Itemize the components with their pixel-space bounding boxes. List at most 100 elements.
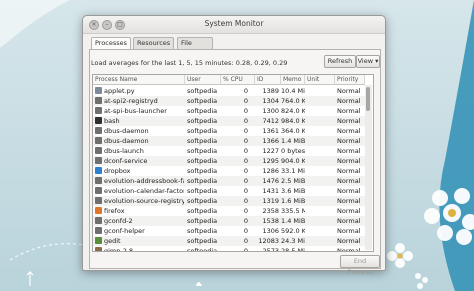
table-row[interactable]: evolution-calendar-factory softpedia 0 1431… <box>93 186 365 196</box>
process-priority: Normal <box>337 157 361 165</box>
process-memory: 3.6 MiB <box>281 187 305 195</box>
vertical-scrollbar[interactable] <box>365 85 372 250</box>
table-row[interactable]: gedit softpedia 0 1208324.3 MiB Normal <box>93 236 365 246</box>
process-cpu: 0 <box>243 87 248 95</box>
process-cpu: 0 <box>243 157 248 165</box>
process-priority: Normal <box>337 147 361 155</box>
chevron-down-icon: ▾ <box>375 57 379 65</box>
process-memory: 335.5 Mi <box>281 207 305 215</box>
gear-icon <box>95 147 102 154</box>
col-memory-header[interactable]: Memo <box>281 75 305 85</box>
process-memory: 0 bytes <box>281 147 305 155</box>
processes-panel: Load averages for the last 1, 5, 15 minu… <box>89 49 381 276</box>
table-row[interactable]: gconf-helper softpedia 0 1306 592.0 K Normal <box>93 226 365 236</box>
process-id: 1538 <box>262 217 279 225</box>
process-id: 2358 <box>262 207 279 215</box>
refresh-button[interactable]: Refresh <box>324 55 356 68</box>
process-priority: Normal <box>337 167 361 175</box>
process-user: softpedia <box>187 197 218 205</box>
process-id: 1300 <box>262 107 279 115</box>
table-row[interactable]: bash softpedia 0 7412 984.0 K Normal <box>93 116 365 126</box>
process-memory: 1.6 MiB <box>281 197 305 205</box>
process-cpu: 0 <box>243 187 248 195</box>
col-user-header[interactable]: User <box>185 75 221 85</box>
process-user: softpedia <box>187 97 218 105</box>
gimp-icon <box>95 247 102 251</box>
process-name: at-spi-bus-launcher <box>104 107 167 115</box>
terminal-icon <box>95 117 102 124</box>
process-priority: Normal <box>337 177 361 185</box>
col-process-name-header[interactable]: Process Name <box>93 75 185 85</box>
view-menu-button[interactable]: View ▾ <box>356 55 380 68</box>
table-row[interactable]: dbus-daemon softpedia 0 1366 1.4 MiB Normal <box>93 136 365 146</box>
table-row[interactable]: dbus-launch softpedia 0 1227 0 bytes Normal <box>93 146 365 156</box>
process-memory: 824.0 K <box>281 107 305 115</box>
process-memory: 1.4 MiB <box>281 137 305 145</box>
process-user: softpedia <box>187 247 218 252</box>
process-table: Process Name User% CPU ID Memo Unit Priority … <box>92 74 374 252</box>
process-memory: 1.4 MiB <box>281 217 305 225</box>
text-editor-icon <box>95 237 102 244</box>
process-priority: Normal <box>337 207 361 215</box>
table-row[interactable]: evolution-addressbook-factosoftpedia 0 147… <box>93 176 365 186</box>
process-name: dbus-daemon <box>104 127 149 135</box>
process-user: softpedia <box>187 227 218 235</box>
tab-file-systems[interactable]: File Systems <box>177 37 213 58</box>
title-bar[interactable]: × – □ System Monitor <box>83 16 385 34</box>
process-cpu: 0 <box>243 177 248 185</box>
process-name: dropbox <box>104 167 131 175</box>
process-cpu: 0 <box>243 107 248 115</box>
process-priority: Normal <box>337 197 361 205</box>
gear-icon <box>95 227 102 234</box>
end-process-button[interactable]: End Process <box>340 255 380 276</box>
process-user: softpedia <box>187 87 218 95</box>
process-user: softpedia <box>187 207 218 215</box>
process-name: dconf-service <box>104 157 148 165</box>
table-row[interactable]: gimp-2.8 softpedia 0 257328.5 MiB Normal <box>93 246 365 252</box>
table-row[interactable]: dropbox softpedia 0 128633.1 MiB Normal <box>93 166 365 176</box>
scrollbar-thumb[interactable] <box>366 87 370 111</box>
process-memory: 28.5 MiB <box>281 247 305 252</box>
dropbox-icon <box>95 167 102 174</box>
table-row[interactable]: gconfd-2 softpedia 0 1538 1.4 MiB Normal <box>93 216 365 226</box>
process-name: bash <box>104 117 120 125</box>
process-id: 7412 <box>262 117 279 125</box>
process-cpu: 0 <box>243 167 248 175</box>
process-id: 12083 <box>258 237 279 245</box>
process-memory: 984.0 K <box>281 117 305 125</box>
table-row[interactable]: dbus-daemon softpedia 0 1361 364.0 K Normal <box>93 126 365 136</box>
process-user: softpedia <box>187 127 218 135</box>
table-row[interactable]: applet.py softpedia 0 1389 10.4 Mi Normal <box>93 86 365 96</box>
table-row[interactable]: dconf-service softpedia 0 1295 904.0 K Normal <box>93 156 365 166</box>
process-priority: Normal <box>337 117 361 125</box>
gear-icon <box>95 217 102 224</box>
process-id: 1476 <box>262 177 279 185</box>
table-row[interactable]: evolution-source-registry softpedia 0 1319 1… <box>93 196 365 206</box>
gear-icon <box>95 177 102 184</box>
table-row[interactable]: at-spi2-registryd softpedia 0 1304 764.0 K No… <box>93 96 365 106</box>
process-memory: 24.3 MiB <box>281 237 305 245</box>
gear-icon <box>95 187 102 194</box>
process-id: 1389 <box>262 87 279 95</box>
process-priority: Normal <box>337 127 361 135</box>
table-row[interactable]: at-spi-bus-launcher softpedia 0 1300 824.0 K… <box>93 106 365 116</box>
process-name: dbus-daemon <box>104 137 149 145</box>
process-id: 1286 <box>262 167 279 175</box>
tab-resources[interactable]: Resources <box>133 37 175 49</box>
process-user: softpedia <box>187 187 218 195</box>
process-user: softpedia <box>187 137 218 145</box>
col-unit-header[interactable]: Unit <box>305 75 335 85</box>
process-id: 1431 <box>262 187 279 195</box>
process-id: 1306 <box>262 227 279 235</box>
process-priority: Normal <box>337 137 361 145</box>
process-cpu: 0 <box>243 137 248 145</box>
process-cpu: 0 <box>243 197 248 205</box>
col-cpu-header[interactable]: % CPU <box>221 75 255 85</box>
col-id-header[interactable]: ID <box>255 75 281 85</box>
view-label: View <box>357 57 374 65</box>
gear-icon <box>95 127 102 134</box>
process-cpu: 0 <box>243 237 248 245</box>
table-row[interactable]: firefox softpedia 0 2358335.5 Mi Normal <box>93 206 365 216</box>
col-priority-header[interactable]: Priority <box>335 75 365 85</box>
process-memory: 33.1 MiB <box>281 167 305 175</box>
